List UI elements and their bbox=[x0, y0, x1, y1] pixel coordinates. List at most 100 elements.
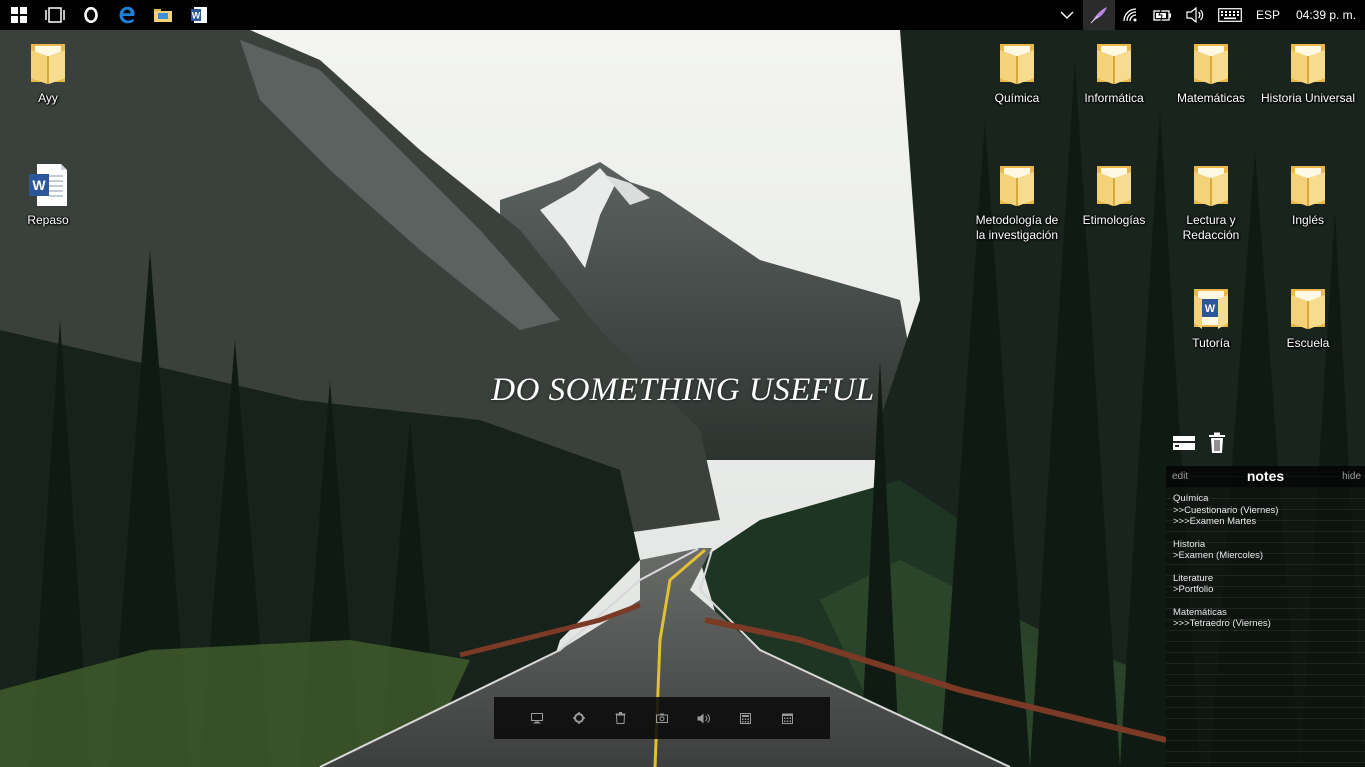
note-group: Química >>Cuestionario (Viernes) >>>Exam… bbox=[1173, 493, 1365, 528]
desktop-icon-historia-universal[interactable]: Historia Universal bbox=[1260, 40, 1356, 106]
notes-hide-link[interactable]: hide bbox=[1342, 471, 1361, 482]
desktop-icon-label: Inglés bbox=[1291, 213, 1325, 227]
folder-icon bbox=[996, 162, 1038, 208]
note-line: Historia bbox=[1173, 538, 1206, 550]
chevron-up-icon bbox=[1060, 11, 1074, 19]
note-line: Literature bbox=[1173, 572, 1214, 584]
folder-icon bbox=[1287, 162, 1329, 208]
windows-logo-icon bbox=[11, 7, 27, 23]
task-view-icon bbox=[45, 7, 65, 23]
show-hidden-icons-button[interactable] bbox=[1051, 0, 1083, 30]
note-group: Literature >Portfolio bbox=[1173, 573, 1365, 596]
input-language-button[interactable]: ESP bbox=[1249, 0, 1287, 30]
notes-title: notes bbox=[1246, 468, 1285, 484]
pen-workspace-button[interactable] bbox=[1083, 0, 1115, 30]
opera-icon bbox=[84, 7, 98, 23]
touch-keyboard-button[interactable] bbox=[1211, 0, 1249, 30]
battery-button[interactable] bbox=[1147, 0, 1179, 30]
trash-icon bbox=[1209, 432, 1225, 453]
file-explorer-button[interactable] bbox=[145, 0, 181, 30]
dock-computer-button[interactable] bbox=[527, 708, 547, 728]
trash-icon bbox=[615, 712, 626, 724]
desktop-icon-ingles[interactable]: Inglés bbox=[1260, 162, 1356, 228]
folder-icon bbox=[154, 9, 172, 22]
desktop-icon-label: Informática bbox=[1084, 91, 1144, 105]
note-line: >>>Tetraedro (Viernes) bbox=[1173, 618, 1271, 629]
task-view-button[interactable] bbox=[37, 0, 73, 30]
volume-button[interactable] bbox=[1179, 0, 1211, 30]
folder-icon bbox=[1287, 40, 1329, 86]
desktop-icon-label: Escuela bbox=[1286, 336, 1330, 350]
desktop-icon-label: Matemáticas bbox=[1176, 91, 1246, 105]
wifi-button[interactable] bbox=[1115, 0, 1147, 30]
clock[interactable]: 04:39 p. m. bbox=[1287, 0, 1365, 30]
desktop-icon-etimologias[interactable]: Etimologías bbox=[1066, 162, 1162, 228]
taskbar: W ESP 04:39 p. m. bbox=[0, 0, 1365, 30]
dock-volume-button[interactable] bbox=[694, 708, 714, 728]
folder-icon bbox=[996, 40, 1038, 86]
calendar-icon bbox=[781, 713, 793, 724]
desktop-icon-metodologia[interactable]: Metodología de la investigación bbox=[969, 162, 1065, 243]
edge-button[interactable] bbox=[109, 0, 145, 30]
battery-charging-icon bbox=[1153, 8, 1171, 22]
notes-toolbar bbox=[1172, 432, 1226, 459]
desktop-icon-informatica[interactable]: Informática bbox=[1066, 40, 1162, 106]
folder-icon bbox=[1093, 40, 1135, 86]
edge-icon bbox=[119, 6, 135, 24]
desktop-motto: DO SOMETHING USEFUL bbox=[491, 372, 875, 408]
note-line: >>>Examen Martes bbox=[1173, 516, 1257, 527]
desktop-icon-ayy[interactable]: Ayy bbox=[0, 40, 96, 106]
word-folder-icon: W bbox=[1190, 285, 1232, 331]
feather-pen-icon bbox=[1090, 7, 1107, 24]
taskbar-pinned: W bbox=[0, 0, 217, 30]
wifi-icon bbox=[1123, 8, 1137, 22]
dock-calendar-button[interactable] bbox=[777, 708, 797, 728]
volume-icon bbox=[697, 713, 711, 723]
word-icon: W bbox=[191, 7, 207, 23]
folder-icon bbox=[1190, 40, 1232, 86]
keyboard-icon bbox=[1218, 8, 1242, 22]
note-line: Matemáticas bbox=[1173, 606, 1227, 618]
start-button[interactable] bbox=[1, 0, 37, 30]
dock-camera-button[interactable] bbox=[652, 708, 672, 728]
svg-text:W: W bbox=[1205, 303, 1216, 315]
svg-text:W: W bbox=[192, 11, 201, 21]
system-tray: ESP 04:39 p. m. bbox=[1051, 0, 1365, 30]
desktop-icon-label: Lectura y Redacción bbox=[1182, 213, 1240, 242]
desktop-icon-escuela[interactable]: Escuela bbox=[1260, 285, 1356, 351]
desktop-icon-quimica[interactable]: Química bbox=[969, 40, 1065, 106]
folder-icon bbox=[1190, 162, 1232, 208]
calculator-icon bbox=[739, 712, 751, 724]
folder-icon bbox=[1287, 285, 1329, 331]
svg-text:W: W bbox=[32, 177, 46, 193]
desktop-icon-matematicas[interactable]: Matemáticas bbox=[1163, 40, 1259, 106]
hard-drive-icon bbox=[1173, 436, 1195, 450]
note-line: >>Cuestionario (Viernes) bbox=[1173, 504, 1279, 516]
desktop-icon-label: Historia Universal bbox=[1260, 91, 1356, 105]
desktop-icon-label: Repaso bbox=[27, 213, 69, 227]
desktop-icon-label: Etimologías bbox=[1082, 213, 1146, 227]
desktop-icon-lectura-y-redaccion[interactable]: Lectura y Redacción bbox=[1163, 162, 1259, 243]
note-group: Historia >Examen (Miercoles) bbox=[1173, 539, 1365, 562]
notes-widget: edit notes hide Química >>Cuestionario (… bbox=[1166, 466, 1365, 767]
dock-calculator-button[interactable] bbox=[735, 708, 755, 728]
desktop-icon-label: Metodología de la investigación bbox=[975, 213, 1059, 242]
dock-settings-button[interactable] bbox=[569, 708, 589, 728]
note-line: Química bbox=[1173, 493, 1209, 504]
computer-icon bbox=[530, 712, 543, 723]
notes-trash-button[interactable] bbox=[1208, 432, 1226, 459]
notes-content[interactable]: Química >>Cuestionario (Viernes) >>>Exam… bbox=[1166, 488, 1365, 630]
word-button[interactable]: W bbox=[181, 0, 217, 30]
settings-icon bbox=[572, 712, 585, 724]
drive-button[interactable] bbox=[1172, 433, 1196, 458]
desktop-icon-label: Ayy bbox=[38, 91, 58, 105]
dock-trash-button[interactable] bbox=[610, 708, 630, 728]
desktop-icon-tutoria[interactable]: W Tutoría bbox=[1163, 285, 1259, 351]
folder-icon bbox=[27, 40, 69, 86]
camera-icon bbox=[655, 713, 668, 723]
desktop-icon-repaso[interactable]: W Repaso bbox=[0, 162, 96, 228]
opera-button[interactable] bbox=[73, 0, 109, 30]
notes-header: edit notes hide bbox=[1166, 466, 1365, 488]
folder-icon bbox=[1093, 162, 1135, 208]
speaker-icon bbox=[1186, 7, 1204, 23]
